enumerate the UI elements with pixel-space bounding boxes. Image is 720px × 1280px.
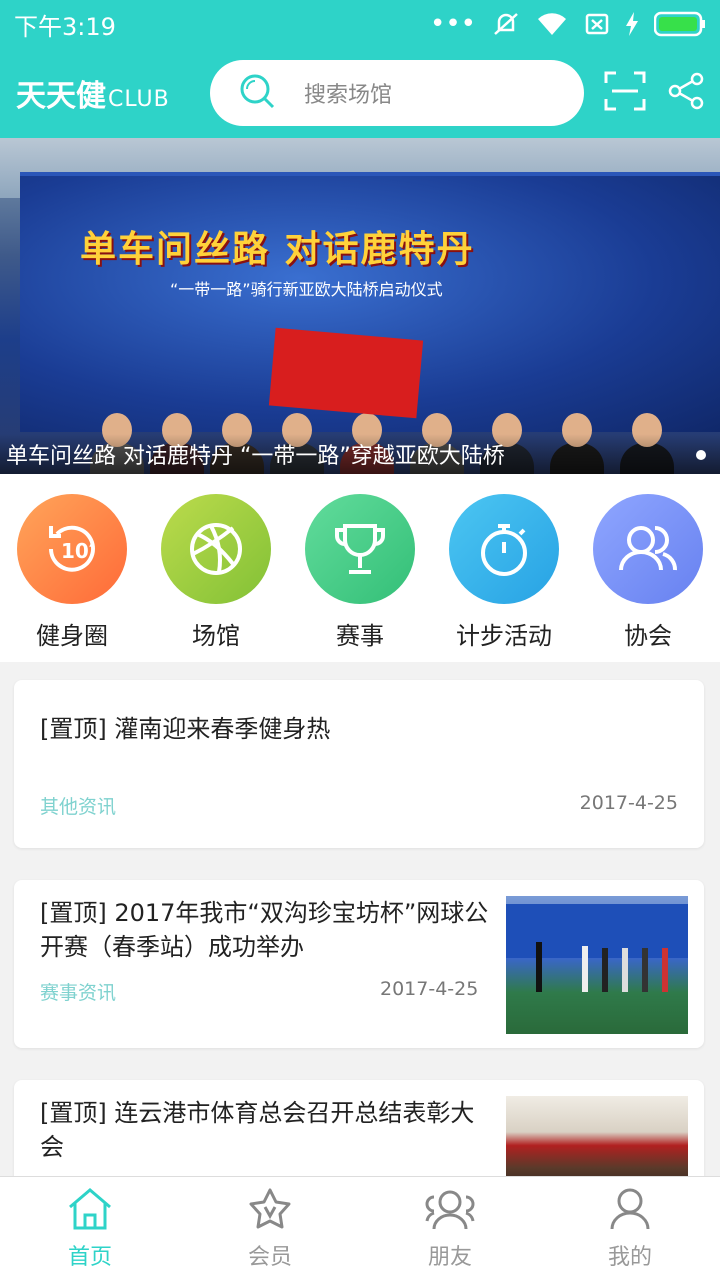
banner-caption: 单车问丝路 对话鹿特丹 “一带一路”穿越亚欧大陆桥 bbox=[0, 434, 720, 474]
scan-icon[interactable] bbox=[604, 71, 646, 115]
battery-icon bbox=[654, 11, 706, 37]
menu-label: 健身圈 bbox=[36, 622, 108, 650]
status-bar: 下午3:19 ••• bbox=[0, 0, 720, 48]
bottom-tab-bar: 首页 会员 朋友 我的 bbox=[0, 1176, 720, 1280]
menu-association[interactable]: 协会 bbox=[578, 494, 718, 662]
tab-label: 会员 bbox=[247, 1244, 292, 1270]
menu-label: 协会 bbox=[624, 622, 672, 650]
charging-icon bbox=[626, 12, 638, 36]
status-time: 下午3:19 bbox=[14, 12, 116, 41]
news-title: [置顶] 灌南迎来春季健身热 bbox=[40, 715, 331, 743]
tab-member[interactable]: 会员 bbox=[180, 1177, 360, 1280]
basketball-icon bbox=[161, 494, 271, 604]
menu-venues[interactable]: 场馆 bbox=[146, 494, 286, 662]
wifi-icon bbox=[536, 11, 568, 37]
profile-icon bbox=[608, 1187, 652, 1235]
banner-carousel[interactable]: 单车问丝路 对话鹿特丹 “一带一路”骑行新亚欧大陆桥启动仪式 单车问丝路 对话鹿… bbox=[0, 138, 720, 474]
banner-subline: “一带一路”骑行新亚欧大陆桥启动仪式 bbox=[170, 280, 443, 299]
logo-sub: CLUB bbox=[108, 87, 170, 112]
app-header: 天天健 CLUB 搜索场馆 bbox=[0, 48, 720, 138]
news-category: 其他资讯 bbox=[40, 796, 117, 818]
news-card[interactable]: [置顶] 2017年我市“双沟珍宝坊杯”网球公开赛（春季站）成功举办 赛事资讯 … bbox=[14, 880, 704, 1048]
tab-label: 朋友 bbox=[427, 1244, 472, 1270]
tab-friends[interactable]: 朋友 bbox=[360, 1177, 540, 1280]
home-icon bbox=[66, 1187, 114, 1235]
banner-red-flag bbox=[268, 327, 424, 419]
no-sim-icon bbox=[584, 11, 610, 37]
tab-label: 首页 bbox=[67, 1244, 112, 1270]
app-logo: 天天健 CLUB bbox=[16, 71, 194, 115]
friends-icon bbox=[424, 1187, 476, 1235]
group-icon bbox=[593, 494, 703, 604]
news-thumbnail bbox=[506, 1096, 688, 1186]
menu-events[interactable]: 赛事 bbox=[290, 494, 430, 662]
tab-label: 我的 bbox=[607, 1244, 652, 1270]
svg-text:10′: 10′ bbox=[61, 539, 94, 563]
member-star-icon bbox=[247, 1187, 293, 1235]
stopwatch-icon bbox=[449, 494, 559, 604]
menu-fitness-circle[interactable]: 10′ 健身圈 bbox=[2, 494, 142, 662]
search-icon bbox=[238, 72, 276, 114]
carousel-indicator[interactable] bbox=[696, 450, 706, 460]
tab-mine[interactable]: 我的 bbox=[540, 1177, 720, 1280]
news-date: 2017-4-25 bbox=[579, 792, 678, 814]
search-placeholder: 搜索场馆 bbox=[304, 83, 393, 108]
fitness-circle-icon: 10′ bbox=[17, 494, 127, 604]
news-title: [置顶] 2017年我市“双沟珍宝坊杯”网球公开赛（春季站）成功举办 bbox=[40, 899, 489, 961]
trophy-icon bbox=[305, 494, 415, 604]
menu-label: 计步活动 bbox=[456, 622, 552, 650]
news-date: 2017-4-25 bbox=[380, 978, 479, 1000]
menu-label: 场馆 bbox=[192, 622, 240, 650]
menu-label: 赛事 bbox=[336, 622, 384, 650]
news-card[interactable]: [置顶] 灌南迎来春季健身热 其他资讯 2017-4-25 bbox=[14, 680, 704, 848]
search-bar[interactable]: 搜索场馆 bbox=[210, 60, 584, 126]
news-title: [置顶] 连云港市体育总会召开总结表彰大会 bbox=[40, 1099, 475, 1161]
news-category: 赛事资讯 bbox=[40, 982, 117, 1004]
tab-home[interactable]: 首页 bbox=[0, 1177, 180, 1280]
news-thumbnail bbox=[506, 896, 688, 1034]
banner-headline: 单车问丝路 对话鹿特丹 bbox=[80, 229, 475, 270]
logo-main: 天天健 bbox=[16, 79, 106, 114]
share-icon[interactable] bbox=[668, 72, 704, 114]
menu-step-activity[interactable]: 计步活动 bbox=[434, 494, 574, 662]
more-dots-icon: ••• bbox=[429, 9, 476, 39]
quick-menu: 10′ 健身圈 场馆 赛事 计步活动 协会 bbox=[0, 474, 720, 662]
silent-icon bbox=[492, 10, 520, 38]
